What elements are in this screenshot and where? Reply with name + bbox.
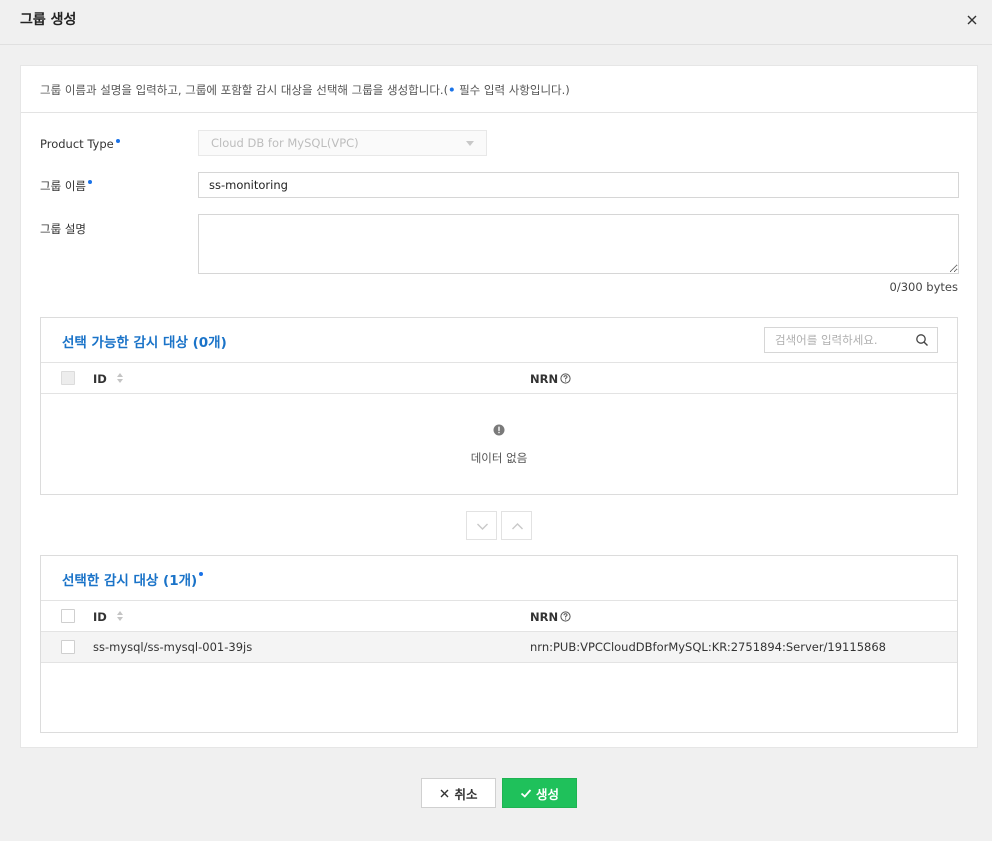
- move-up-button[interactable]: [501, 511, 532, 540]
- group-name-label-text: 그룹 이름: [40, 179, 86, 193]
- chevron-up-icon: [512, 523, 523, 530]
- move-down-button[interactable]: [466, 511, 497, 540]
- row-nrn: nrn:PUB:VPCCloudDBforMySQL:KR:2751894:Se…: [530, 640, 886, 654]
- column-nrn: NRN: [530, 372, 559, 386]
- row-id: ss-mysql/ss-mysql-001-39js: [93, 640, 253, 654]
- selected-targets-title-text: 선택한 감시 대상 (1개): [62, 573, 198, 589]
- column-id: ID: [93, 610, 107, 624]
- intro-text-before: 그룹 이름과 설명을 입력하고, 그룹에 포함할 감시 대상을 선택해 그룹을 …: [40, 83, 449, 97]
- create-label: 생성: [535, 786, 559, 802]
- available-table-header: ID NRN: [41, 362, 957, 394]
- selected-table-header: ID NRN: [41, 600, 957, 632]
- product-type-value: Cloud DB for MySQL(VPC): [211, 136, 359, 150]
- selected-targets-box: 선택한 감시 대상 (1개) ID NRN ss-mysql/ss-mysql-…: [40, 555, 958, 733]
- select-all-checkbox[interactable]: [61, 371, 75, 385]
- close-icon: [967, 15, 977, 25]
- required-dot: [199, 572, 204, 576]
- product-type-select: Cloud DB for MySQL(VPC): [198, 130, 487, 156]
- search-input[interactable]: [765, 328, 913, 352]
- close-icon: [440, 789, 449, 797]
- selected-targets-title: 선택한 감시 대상 (1개): [62, 569, 204, 589]
- caret-down-icon: [466, 141, 474, 146]
- byte-counter: 0/300 bytes: [889, 280, 958, 294]
- required-dot: [87, 180, 92, 184]
- create-button[interactable]: 생성: [502, 778, 577, 808]
- intro-text: 그룹 이름과 설명을 입력하고, 그룹에 포함할 감시 대상을 선택해 그룹을 …: [21, 66, 977, 113]
- close-button[interactable]: [964, 12, 980, 28]
- empty-state-text: 데이터 없음: [470, 451, 528, 465]
- group-name-input[interactable]: [198, 172, 959, 198]
- available-targets-box: 선택 가능한 감시 대상 (0개) ID NRN: [40, 317, 958, 495]
- intro-text-after: 필수 입력 사항입니다.): [455, 83, 570, 97]
- group-desc-label: 그룹 설명: [40, 222, 86, 236]
- column-nrn: NRN: [530, 610, 559, 624]
- group-name-label: 그룹 이름: [40, 178, 92, 194]
- form-panel: 그룹 이름과 설명을 입력하고, 그룹에 포함할 감시 대상을 선택해 그룹을 …: [20, 65, 978, 748]
- available-targets-title: 선택 가능한 감시 대상 (0개): [62, 335, 227, 351]
- info-icon: [493, 424, 505, 436]
- cancel-button[interactable]: 취소: [421, 778, 496, 808]
- dialog-title: 그룹 생성: [20, 12, 77, 28]
- product-type-label-text: Product Type: [40, 137, 114, 151]
- sort-icon[interactable]: [116, 610, 124, 622]
- help-icon[interactable]: [560, 611, 571, 622]
- group-desc-textarea[interactable]: [198, 214, 959, 274]
- dialog-header: 그룹 생성: [0, 0, 992, 45]
- chevron-down-icon: [477, 523, 488, 530]
- search-box: [764, 327, 938, 353]
- select-all-checkbox[interactable]: [61, 609, 75, 623]
- sort-icon[interactable]: [116, 372, 124, 384]
- check-icon: [520, 788, 532, 798]
- row-checkbox[interactable]: [61, 640, 75, 654]
- required-dot: [115, 139, 120, 143]
- cancel-label: 취소: [454, 786, 478, 802]
- product-type-label: Product Type: [40, 137, 120, 151]
- help-icon[interactable]: [560, 373, 571, 384]
- search-icon[interactable]: [915, 333, 929, 347]
- table-row[interactable]: ss-mysql/ss-mysql-001-39js nrn:PUB:VPCCl…: [41, 632, 957, 663]
- column-id: ID: [93, 372, 107, 386]
